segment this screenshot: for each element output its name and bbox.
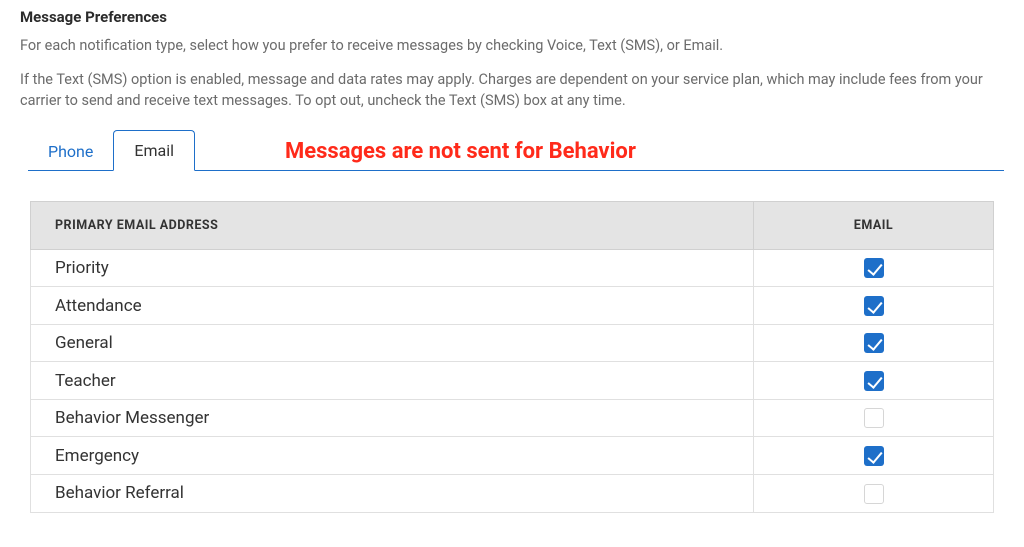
- email-checkbox-cell: [754, 362, 994, 400]
- email-checkbox-cell: [754, 437, 994, 475]
- tab-phone[interactable]: Phone: [28, 132, 113, 171]
- page-title: Message Preferences: [20, 8, 1004, 26]
- description-line-1: For each notification type, select how y…: [20, 36, 1004, 56]
- column-header-email: EMAIL: [754, 201, 994, 249]
- email-checkbox-cell: [754, 474, 994, 512]
- email-checkbox-cell: [754, 249, 994, 287]
- table-row: Priority: [31, 249, 994, 287]
- email-checkbox[interactable]: [864, 484, 884, 504]
- email-checkbox[interactable]: [864, 333, 884, 353]
- notification-type-label: Behavior Messenger: [31, 399, 754, 437]
- table-row: Behavior Messenger: [31, 399, 994, 437]
- annotation-text: Messages are not sent for Behavior: [285, 139, 636, 170]
- email-checkbox-cell: [754, 287, 994, 325]
- notification-type-label: Priority: [31, 249, 754, 287]
- notification-type-label: Behavior Referral: [31, 474, 754, 512]
- email-checkbox-cell: [754, 324, 994, 362]
- description-line-2: If the Text (SMS) option is enabled, mes…: [20, 70, 1004, 111]
- column-header-primary: PRIMARY EMAIL ADDRESS: [31, 201, 754, 249]
- notification-type-label: Teacher: [31, 362, 754, 400]
- email-checkbox[interactable]: [864, 296, 884, 316]
- preferences-table: PRIMARY EMAIL ADDRESS EMAIL PriorityAtte…: [30, 201, 994, 513]
- email-checkbox[interactable]: [864, 258, 884, 278]
- tab-email[interactable]: Email: [113, 130, 195, 171]
- email-checkbox[interactable]: [864, 408, 884, 428]
- table-row: Emergency: [31, 437, 994, 475]
- table-row: Teacher: [31, 362, 994, 400]
- email-checkbox[interactable]: [864, 446, 884, 466]
- table-row: Behavior Referral: [31, 474, 994, 512]
- table-row: General: [31, 324, 994, 362]
- table-row: Attendance: [31, 287, 994, 325]
- tabs: Phone Email Messages are not sent for Be…: [28, 129, 1004, 171]
- notification-type-label: Attendance: [31, 287, 754, 325]
- notification-type-label: General: [31, 324, 754, 362]
- email-checkbox-cell: [754, 399, 994, 437]
- notification-type-label: Emergency: [31, 437, 754, 475]
- preferences-table-wrap: PRIMARY EMAIL ADDRESS EMAIL PriorityAtte…: [20, 171, 1004, 513]
- email-checkbox[interactable]: [864, 371, 884, 391]
